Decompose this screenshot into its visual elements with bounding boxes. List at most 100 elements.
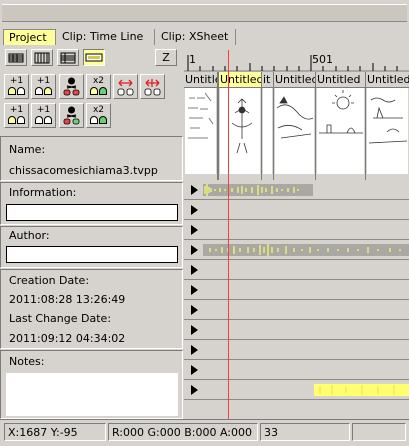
ruler-mark-1: 1 [189,53,196,66]
status-value: 33 [260,423,350,441]
audio-track[interactable] [184,200,409,220]
clip-thumbnail[interactable]: it [262,72,274,180]
audio-track[interactable] [184,220,409,240]
window-title-bar [0,0,409,28]
track-lane [202,202,409,217]
timeline-view-button[interactable] [83,49,105,66]
audio-track[interactable] [184,300,409,320]
name-value: chissacomesichiama3.tvpp [9,164,158,177]
tab-clip-timeline[interactable]: Clip: Time Line [57,29,155,45]
ruler-mark-501: 501 [312,53,333,66]
information-section: Information: [0,182,183,225]
author-section: Author: [0,226,183,268]
tab-clip-xsheet[interactable]: Clip: XSheet [156,29,236,45]
author-label: Author: [9,229,50,242]
last-change-date-value: 2011:09:12 04:34:02 [9,332,126,345]
swap-clip-left-button[interactable] [113,74,138,99]
color-readout: R:000 G:000 B:000 A:000 [108,423,258,441]
audio-track[interactable] [184,180,409,200]
duplicate-label: x2 [92,105,105,115]
audio-track[interactable] [184,340,409,360]
audio-track[interactable] [184,320,409,340]
track-lane [202,382,409,397]
audio-tracks [184,180,409,419]
tab-bar: Project Clip: Time Line Clip: XSheet [0,28,409,46]
play-track-icon[interactable] [191,205,198,215]
track-lane [202,342,409,357]
list-view-button[interactable] [57,49,79,66]
name-label: Name: [9,143,46,156]
tab-project[interactable]: Project [3,29,56,45]
insert-before-button[interactable]: +1 [4,103,29,128]
delete-layer-button[interactable] [59,103,84,128]
creation-date-label: Creation Date: [9,274,90,287]
creation-date-value: 2011:08:28 13:26:49 [9,293,126,306]
list-view-icon [60,52,76,64]
clip-thumbnail-selected[interactable]: Untitled [218,72,262,180]
clip-thumbnail[interactable]: Untitled [316,72,366,180]
play-track-icon[interactable] [191,265,198,275]
z-button[interactable]: Z [155,49,177,66]
clip-thumbnail[interactable]: Untitle [184,72,218,180]
play-track-icon[interactable] [191,365,198,375]
play-track-icon[interactable] [191,325,198,335]
frame-ruler[interactable]: 1 501 [184,50,409,72]
duplicate-clip-button[interactable]: x2 [86,74,111,99]
duplicate-layer-button[interactable]: x2 [86,103,111,128]
play-track-icon[interactable] [191,285,198,295]
track-lane [202,182,409,197]
dates-section: Creation Date: 2011:08:28 13:26:49 Last … [0,269,183,349]
clip-preview [263,88,272,174]
author-field[interactable] [6,246,178,263]
add-clip-before-button[interactable]: +1 [4,74,29,99]
audio-track[interactable] [184,380,409,400]
clip-title: Untitled [219,72,261,88]
audio-track[interactable] [184,240,409,260]
view-toolbar: Z [0,46,183,70]
notes-label: Notes: [9,355,45,368]
last-change-date-label: Last Change Date: [9,312,112,325]
status-bar: X:1687 Y:-95 R:000 G:000 B:000 A:000 33 [0,419,409,446]
audio-waveform [314,384,409,396]
clip-thumbnail[interactable]: Untitled [274,72,316,180]
audio-track[interactable] [184,280,409,300]
play-track-icon[interactable] [191,245,198,255]
project-panel: Z +1 +1 x2 +1 +1 x2 Name: chissacomesich… [0,46,183,419]
clip-preview [367,88,408,174]
audio-track[interactable] [184,360,409,380]
project-timeline: 1 501 Untitle Untitled it Untitled Unt [184,46,409,419]
audio-track[interactable] [184,260,409,280]
name-section: Name: chissacomesichiama3.tvpp [0,136,183,181]
audio-waveform [203,244,409,256]
clip-thumbnail[interactable]: Untitled [366,72,409,180]
clip-title: Untitled [274,72,315,88]
clip-preview [275,88,314,174]
track-lane [202,302,409,317]
notes-field[interactable] [6,373,178,416]
clip-preview [317,88,364,174]
notes-section: Notes: [0,350,183,419]
playhead-line[interactable] [228,50,229,419]
column-view-button[interactable] [31,49,53,66]
information-field[interactable] [6,204,178,221]
clip-preview [220,88,260,174]
thumbnail-view-button[interactable] [5,49,27,66]
delete-clip-button[interactable] [59,74,84,99]
add-label: +1 [9,105,24,115]
play-track-icon[interactable] [191,185,198,195]
add-clip-after-button[interactable]: +1 [31,74,56,99]
play-track-icon[interactable] [191,225,198,235]
status-extra [352,423,406,441]
add-label: +1 [36,76,51,86]
swap-arrows-icon [144,79,161,96]
title-grip[interactable] [2,4,407,22]
play-track-icon[interactable] [191,305,198,315]
track-scroll-area[interactable] [184,400,409,419]
insert-after-button[interactable]: +1 [31,103,56,128]
swap-arrows-icon [117,79,134,96]
track-lane [202,242,409,257]
play-track-icon[interactable] [191,345,198,355]
play-track-icon[interactable] [191,385,198,395]
clip-title: Untitle [184,72,217,88]
swap-clip-right-button[interactable] [140,74,165,99]
